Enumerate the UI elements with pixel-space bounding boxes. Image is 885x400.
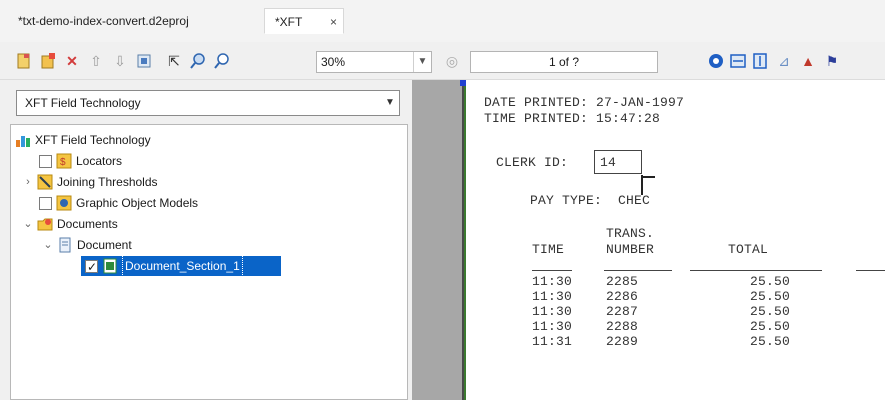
tree-item-document-section-1[interactable]: Document_Section_1 <box>81 255 281 277</box>
threshold-icon <box>37 174 53 190</box>
row-time: 11:30 <box>532 319 573 334</box>
row-total: 25.50 <box>750 319 791 334</box>
svg-text:$: $ <box>60 157 66 168</box>
row-time: 11:30 <box>532 304 573 319</box>
project-selector[interactable]: XFT Field Technology ▼ <box>16 90 400 116</box>
text-cursor <box>641 175 643 195</box>
tree-item-label: Document_Section_1 <box>122 255 243 277</box>
time-underline <box>532 270 572 271</box>
col-total: TOTAL <box>728 242 769 257</box>
viewer-gutter <box>412 80 462 400</box>
info-icon[interactable] <box>706 51 726 71</box>
row-time: 11:30 <box>532 274 573 289</box>
flag-icon[interactable]: ⚑ <box>822 51 842 71</box>
chevron-down-icon[interactable]: ⌄ <box>41 235 55 255</box>
fit-width-icon[interactable] <box>728 51 748 71</box>
document-page[interactable] <box>464 80 885 400</box>
move-up-icon[interactable]: ⇧ <box>86 51 106 71</box>
total-underline <box>690 270 822 271</box>
col-trans-bottom: NUMBER <box>606 242 655 257</box>
extra-underline <box>856 270 885 271</box>
row-number: 2285 <box>606 274 639 289</box>
tab-project[interactable]: *txt-demo-index-convert.d2eproj <box>8 8 248 34</box>
date-printed: DATE PRINTED: 27-JAN-1997 <box>484 95 685 110</box>
tab-xft[interactable]: *XFT × <box>264 8 344 34</box>
tree-item-label: XFT Field Technology <box>35 133 151 147</box>
row-total: 25.50 <box>750 334 791 349</box>
row-time: 11:30 <box>532 289 573 304</box>
toolbar: ✕ ⇧ ⇩ ⇱ 30% ▼ ◎ 1 of ? ⊿ ▲ ⚑ <box>0 42 885 80</box>
project-panel: XFT Field Technology ▼ XFT Field Technol… <box>0 80 412 400</box>
documents-icon <box>37 216 53 232</box>
project-tree: XFT Field Technology $ Locators › Joinin… <box>10 124 408 400</box>
row-total: 25.50 <box>750 274 791 289</box>
col-trans-top: TRANS. <box>606 226 655 241</box>
zoom-combobox[interactable]: 30% ▼ <box>316 51 432 73</box>
tree-item-graphic-object-models[interactable]: Graphic Object Models <box>39 193 198 213</box>
document-section-checkbox[interactable] <box>85 257 98 277</box>
row-total: 25.50 <box>750 289 791 304</box>
project-selector-value: XFT Field Technology <box>25 96 141 110</box>
zoom-value: 30% <box>321 55 346 69</box>
tree-item-label: Locators <box>76 154 123 168</box>
page-indicator[interactable]: 1 of ? <box>470 51 658 73</box>
graphic-models-checkbox[interactable] <box>39 196 52 210</box>
pointer-icon[interactable]: ⇱ <box>164 51 184 71</box>
document-icon <box>57 237 73 253</box>
tree-item-documents[interactable]: ⌄ Documents <box>21 214 118 234</box>
add-icon[interactable] <box>38 51 58 71</box>
row-time: 11:31 <box>532 334 573 349</box>
chevron-down-icon[interactable]: ▼ <box>381 91 399 115</box>
tab-bar: *txt-demo-index-convert.d2eproj *XFT × <box>0 0 885 42</box>
zoom-in-icon[interactable] <box>188 51 208 71</box>
fit-height-icon[interactable] <box>750 51 770 71</box>
chevron-down-icon[interactable]: ⌄ <box>21 214 35 234</box>
chart-icon[interactable]: ⊿ <box>774 51 794 71</box>
graphic-model-icon <box>56 195 72 211</box>
close-icon[interactable]: × <box>330 9 337 35</box>
delete-icon[interactable]: ✕ <box>62 51 82 71</box>
tree-item-joining-thresholds[interactable]: › Joining Thresholds <box>21 172 158 192</box>
app-icon <box>15 132 31 148</box>
row-number: 2286 <box>606 289 639 304</box>
section-icon <box>102 258 118 274</box>
zoom-out-icon[interactable] <box>212 51 232 71</box>
tree-item-label: Documents <box>57 217 118 231</box>
time-printed: TIME PRINTED: 15:47:28 <box>484 111 661 126</box>
tree-item-xft-field-technology[interactable]: XFT Field Technology <box>15 130 151 150</box>
row-number: 2289 <box>606 334 639 349</box>
move-down-icon[interactable]: ⇩ <box>110 51 130 71</box>
new-icon[interactable] <box>14 51 34 71</box>
clerk-label: CLERK ID: <box>496 155 569 170</box>
tree-item-locators[interactable]: $ Locators <box>39 151 122 171</box>
row-total: 25.50 <box>750 304 791 319</box>
warning-icon[interactable]: ▲ <box>798 51 818 71</box>
tree-item-document[interactable]: ⌄ Document <box>41 235 132 255</box>
locator-icon: $ <box>56 153 72 169</box>
tab-project-label: *txt-demo-index-convert.d2eproj <box>18 14 189 28</box>
chevron-down-icon[interactable]: ▼ <box>413 52 431 72</box>
tab-xft-label: *XFT <box>275 15 303 29</box>
tree-item-label: Joining Thresholds <box>57 175 158 189</box>
col-time: TIME <box>532 242 565 257</box>
disabled-info-icon: ◎ <box>445 53 459 69</box>
properties-icon[interactable] <box>134 51 154 71</box>
row-number: 2288 <box>606 319 639 334</box>
tree-item-label: Document <box>77 238 132 252</box>
text-cursor-bar <box>641 176 655 178</box>
page-marker <box>460 80 466 86</box>
tree-item-label: Graphic Object Models <box>76 196 199 210</box>
page-value: 1 of ? <box>548 55 580 69</box>
locators-checkbox[interactable] <box>39 154 52 168</box>
number-underline <box>604 270 672 271</box>
clerk-value: 14 <box>600 155 617 170</box>
chevron-right-icon[interactable]: › <box>21 172 35 192</box>
row-number: 2287 <box>606 304 639 319</box>
pay-type: PAY TYPE: CHEC <box>530 193 651 208</box>
